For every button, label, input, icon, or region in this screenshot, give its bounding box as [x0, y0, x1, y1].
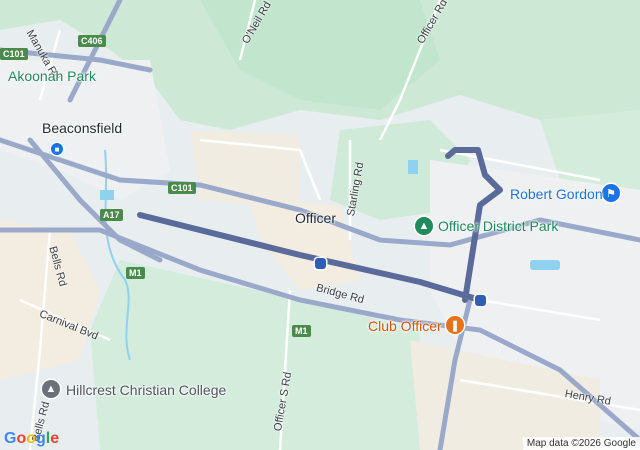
place-label-akoonah-park[interactable]: Akoonah Park [8, 68, 96, 84]
route-shield-c406: C406 [78, 35, 106, 47]
google-logo: Google [4, 430, 60, 447]
place-label-officer[interactable]: Officer [295, 210, 336, 226]
poi-label-robert-gordon[interactable]: Robert Gordon [510, 186, 603, 202]
route-shield-c101: C101 [168, 182, 196, 194]
poi-label-officer-district-park[interactable]: Officer District Park [438, 218, 558, 234]
route-shield-m1: M1 [292, 325, 311, 337]
poi-label-hillcrest-christian-college[interactable]: Hillcrest Christian College [66, 382, 226, 398]
route-shield-a17: A17 [100, 209, 123, 221]
map-canvas[interactable]: C101 C406 C101 A17 M1 M1 Manuka Rd O'Nei… [0, 0, 640, 450]
map-attribution: Map data ©2026 Google [522, 437, 640, 450]
restaurant-icon[interactable]: ❚ [446, 316, 464, 334]
school-icon[interactable]: ▲ [42, 380, 60, 398]
train-station-icon[interactable] [315, 258, 326, 269]
place-label-beaconsfield[interactable]: Beaconsfield [42, 120, 122, 136]
poi-label-club-officer[interactable]: Club Officer [368, 318, 442, 334]
police-station-icon[interactable]: ⚑ [602, 184, 620, 202]
park-tree-icon[interactable]: ▲ [415, 217, 433, 235]
train-station-icon[interactable] [475, 295, 486, 306]
route-shield-c101: C101 [0, 48, 28, 60]
route-shield-m1: M1 [126, 267, 145, 279]
train-station-icon[interactable]: ■ [51, 143, 63, 155]
